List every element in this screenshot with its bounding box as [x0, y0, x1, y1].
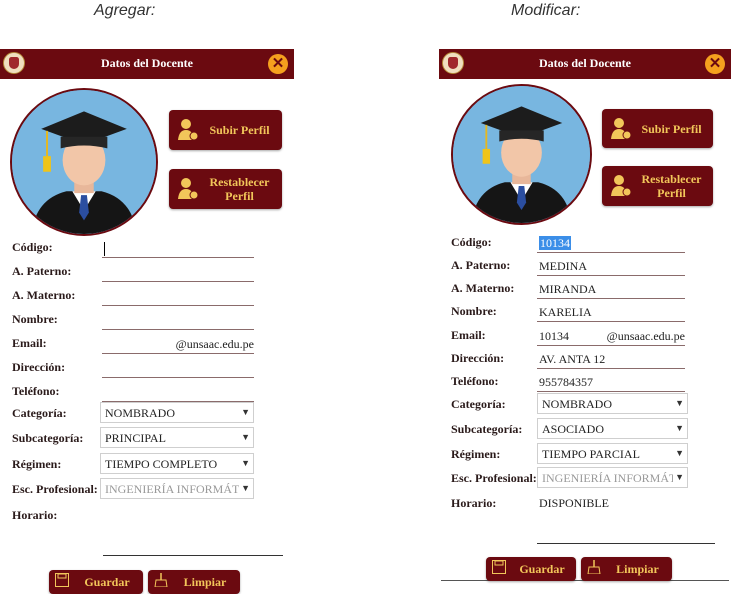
horario-input-underline[interactable]: [537, 543, 715, 544]
direccion-input[interactable]: [102, 356, 254, 378]
caption-add: Agregar:: [94, 2, 156, 19]
reset-profile-label: Restablecer Perfil: [641, 172, 702, 200]
dropdown-arrow-icon: ▼: [241, 458, 250, 468]
regimen-select[interactable]: TIEMPO COMPLETO ▼: [100, 453, 254, 474]
user-upload-icon: [178, 119, 199, 141]
upload-profile-button[interactable]: Subir Perfil: [602, 109, 713, 148]
subcategoria-label: Subcategoría:: [12, 431, 84, 445]
nombre-input[interactable]: KARELIA: [537, 300, 685, 322]
email-input[interactable]: @unsaac.edu.pe: [102, 332, 254, 354]
nombre-label: Nombre:: [12, 312, 58, 326]
close-icon[interactable]: ✕: [705, 54, 725, 74]
materno-label: A. Materno:: [12, 288, 76, 302]
close-icon[interactable]: ✕: [268, 54, 288, 74]
subcategoria-select[interactable]: PRINCIPAL ▼: [100, 427, 254, 448]
categoria-select[interactable]: NOMBRADO ▼: [100, 402, 254, 423]
save-button[interactable]: Guardar: [49, 570, 143, 594]
regimen-label: Régimen:: [451, 447, 501, 461]
regimen-select[interactable]: TIEMPO PARCIAL ▼: [537, 443, 688, 464]
dialog-titlebar: Datos del Docente ✕: [0, 49, 294, 79]
subcategoria-label: Subcategoría:: [451, 422, 523, 436]
email-label: Email:: [451, 328, 486, 342]
telefono-label: Teléfono:: [12, 384, 60, 398]
save-icon: [55, 573, 69, 587]
upload-profile-label: Subir Perfil: [641, 121, 702, 136]
direccion-label: Dirección:: [12, 360, 66, 374]
nombre-input[interactable]: [102, 308, 254, 330]
dialog-title: Datos del Docente: [539, 56, 631, 70]
email-label: Email:: [12, 336, 47, 350]
email-input[interactable]: 10134 @unsaac.edu.pe: [537, 324, 685, 346]
materno-input[interactable]: MIRANDA: [537, 277, 685, 299]
telefono-input[interactable]: [102, 380, 254, 402]
paterno-label: A. Paterno:: [12, 264, 72, 278]
user-reset-icon: [178, 178, 199, 200]
reset-profile-label: Restablecer Perfil: [209, 175, 270, 203]
horario-label: Horario:: [12, 508, 58, 522]
graduate-avatar-icon: [12, 90, 156, 234]
profile-avatar: [10, 88, 158, 236]
codigo-input[interactable]: 10134: [537, 231, 685, 253]
dropdown-arrow-icon: ▼: [675, 398, 684, 408]
codigo-input[interactable]: [102, 236, 254, 258]
clear-button[interactable]: Limpiar: [581, 557, 672, 581]
categoria-label: Categoría:: [12, 406, 67, 420]
nombre-label: Nombre:: [451, 304, 497, 318]
save-icon: [492, 560, 506, 574]
broom-icon: [154, 573, 168, 587]
telefono-label: Teléfono:: [451, 374, 499, 388]
escuela-select: INGENIERÍA INFORMÁTI ▼: [100, 478, 254, 499]
direccion-label: Dirección:: [451, 351, 505, 365]
dropdown-arrow-icon: ▼: [675, 472, 684, 482]
dropdown-arrow-icon: ▼: [675, 448, 684, 458]
reset-profile-button[interactable]: Restablecer Perfil: [169, 169, 282, 209]
caption-edit: Modificar:: [511, 2, 581, 19]
dropdown-arrow-icon: ▼: [241, 407, 250, 417]
save-button[interactable]: Guardar: [486, 557, 576, 581]
save-label: Guardar: [84, 575, 130, 589]
graduate-avatar-icon: [453, 86, 590, 223]
email-domain: @unsaac.edu.pe: [606, 329, 685, 343]
materno-label: A. Materno:: [451, 281, 515, 295]
upload-profile-label: Subir Perfil: [209, 123, 270, 137]
clear-button[interactable]: Limpiar: [148, 570, 240, 594]
dropdown-arrow-icon: ▼: [241, 432, 250, 442]
horario-label: Horario:: [451, 496, 497, 510]
escuela-label: Esc. Profesional:: [451, 471, 537, 485]
categoria-label: Categoría:: [451, 397, 506, 411]
broom-icon: [587, 560, 601, 574]
escuela-label: Esc. Profesional:: [12, 482, 98, 496]
categoria-select[interactable]: NOMBRADO ▼: [537, 393, 688, 414]
dropdown-arrow-icon: ▼: [675, 423, 684, 433]
edit-teacher-dialog: Datos del Docente ✕ Subir Perfil Restabl: [439, 49, 731, 591]
add-teacher-dialog: Datos del Docente ✕ Subir Perfil Restabl: [0, 49, 294, 594]
dialog-title: Datos del Docente: [101, 56, 193, 70]
user-upload-icon: [611, 117, 632, 139]
materno-input[interactable]: [102, 284, 254, 306]
email-domain: @unsaac.edu.pe: [175, 337, 254, 351]
telefono-input[interactable]: 955784357: [537, 370, 685, 392]
clear-label: Limpiar: [183, 575, 227, 589]
upload-profile-button[interactable]: Subir Perfil: [169, 110, 282, 150]
paterno-input[interactable]: [102, 260, 254, 282]
save-label: Guardar: [519, 562, 565, 576]
horario-input-underline[interactable]: [103, 555, 283, 556]
dialog-titlebar: Datos del Docente ✕: [439, 49, 731, 79]
escuela-select: INGENIERÍA INFORMÁTI ▼: [537, 467, 688, 488]
dropdown-arrow-icon: ▼: [241, 483, 250, 493]
codigo-label: Código:: [451, 235, 492, 249]
horario-value[interactable]: DISPONIBLE: [539, 496, 609, 511]
paterno-input[interactable]: MEDINA: [537, 254, 685, 276]
subcategoria-select[interactable]: ASOCIADO ▼: [537, 418, 688, 439]
profile-avatar: [451, 84, 592, 225]
codigo-label: Código:: [12, 240, 53, 254]
direccion-input[interactable]: AV. ANTA 12: [537, 347, 685, 369]
paterno-label: A. Paterno:: [451, 258, 511, 272]
regimen-label: Régimen:: [12, 457, 62, 471]
reset-profile-button[interactable]: Restablecer Perfil: [602, 166, 713, 206]
clear-label: Limpiar: [616, 562, 659, 576]
user-reset-icon: [611, 175, 632, 197]
